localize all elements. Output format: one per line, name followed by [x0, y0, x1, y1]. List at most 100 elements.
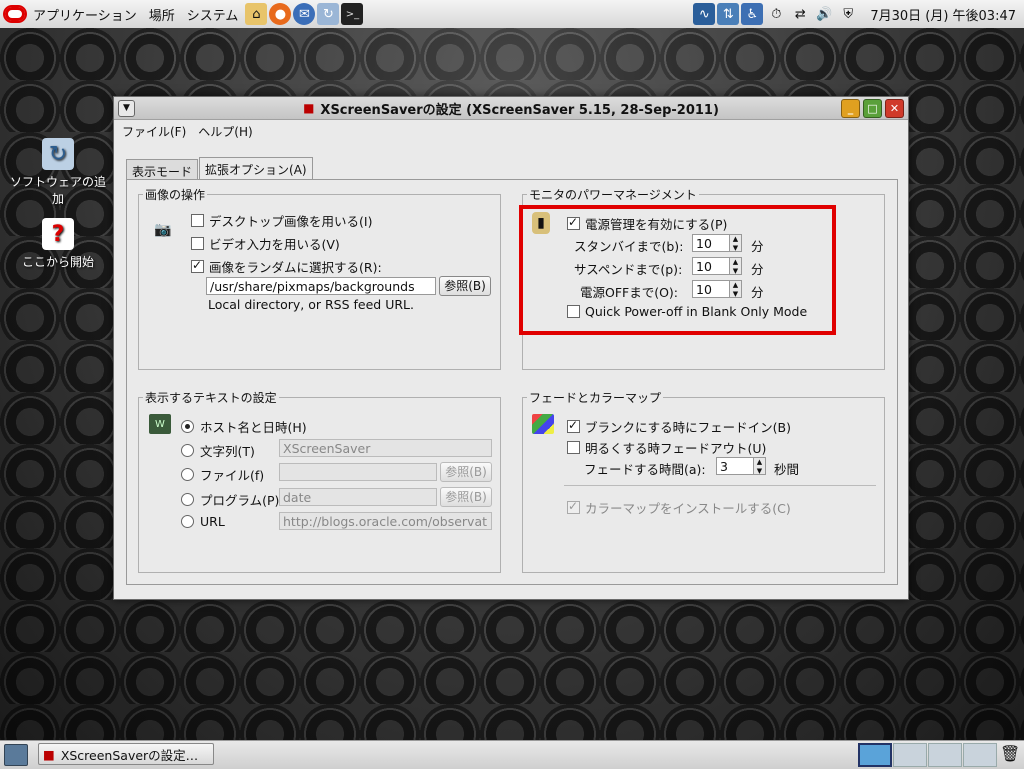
desktop-icon-start-here[interactable]: ? ここから開始 [10, 218, 106, 270]
home-folder-icon[interactable]: ⌂ [245, 3, 268, 25]
desktop-images-checkbox[interactable] [191, 214, 204, 227]
app-icon: ■ [43, 746, 55, 762]
off-value[interactable]: 10 [692, 280, 730, 298]
window-menu-icon[interactable]: ▼ [118, 100, 135, 117]
suspend-value[interactable]: 10 [692, 257, 730, 275]
desktop-icon-add-software[interactable]: ↻ ソフトウェアの追加 [10, 138, 106, 207]
fade-duration-spinner[interactable]: 3 ▲ ▼ [716, 457, 766, 477]
video-input-option[interactable]: ビデオ入力を用いる(V) [191, 234, 340, 253]
file-option[interactable]: ファイル(f) [181, 465, 264, 484]
host-date-radio[interactable] [181, 420, 194, 433]
desktop-images-label: デスクトップ画像を用いる(I) [209, 214, 373, 229]
spin-down-icon[interactable]: ▼ [730, 244, 741, 253]
install-colormap-checkbox[interactable] [567, 501, 580, 514]
oracle-logo-icon[interactable] [3, 3, 27, 25]
file-radio[interactable] [181, 468, 194, 481]
places-menu[interactable]: 場所 [143, 5, 181, 24]
taskbar-window-button[interactable]: ■ XScreenSaverの設定… [38, 743, 214, 765]
workspace-4[interactable] [963, 743, 997, 767]
image-directory-input[interactable]: /usr/share/pixmaps/backgrounds [206, 277, 436, 295]
software-update-icon: ↻ [42, 138, 74, 170]
time-icon[interactable]: ⏱ [765, 3, 787, 25]
url-input[interactable]: http://blogs.oracle.com/observat [279, 512, 492, 530]
xscreensaver-settings-window: ▼ ■ XScreenSaverの設定 (XScreenSaver 5.15, … [113, 96, 909, 600]
url-label: URL [200, 514, 225, 529]
spin-up-icon[interactable]: ▲ [730, 258, 741, 267]
image-directory-hint: Local directory, or RSS feed URL. [208, 297, 414, 312]
fade-colormap-legend: フェードとカラーマップ [529, 391, 662, 405]
string-input[interactable]: XScreenSaver [279, 439, 492, 457]
standby-unit: 分 [751, 239, 764, 254]
image-browse-button[interactable]: 参照(B) [439, 276, 491, 296]
power-enable-option[interactable]: 電源管理を有効にする(P) [567, 214, 727, 233]
firefox-icon[interactable]: ● [269, 3, 292, 25]
string-option[interactable]: 文字列(T) [181, 441, 255, 460]
url-option[interactable]: URL [181, 514, 225, 529]
program-option[interactable]: プログラム(P) [181, 490, 279, 509]
suspend-spinner[interactable]: 10 ▲ ▼ [692, 257, 742, 277]
spin-down-icon[interactable]: ▼ [754, 467, 765, 476]
fade-duration-value[interactable]: 3 [716, 457, 754, 475]
update-icon[interactable]: ↻ [317, 3, 340, 25]
spin-up-icon[interactable]: ▲ [754, 458, 765, 467]
fade-in-option[interactable]: ブランクにする時にフェードイン(B) [567, 417, 791, 436]
system-tray: ∿ ⇅ ♿ ⏱ ⇄ 🔊 ⛨ 7月30日 (月) 午後03:47 [692, 0, 1024, 28]
random-image-checkbox[interactable] [191, 260, 204, 273]
install-colormap-option[interactable]: カラーマップをインストールする(C) [567, 498, 791, 517]
url-radio[interactable] [181, 515, 194, 528]
applications-menu[interactable]: アプリケーション [27, 5, 143, 24]
off-spinner[interactable]: 10 ▲ ▼ [692, 280, 742, 300]
program-radio[interactable] [181, 493, 194, 506]
volume-icon[interactable]: 🔊 [813, 3, 835, 25]
fade-duration-label: フェードする時間(a): [584, 462, 706, 477]
video-input-checkbox[interactable] [191, 237, 204, 250]
random-image-option[interactable]: 画像をランダムに選択する(R): [191, 257, 382, 276]
taskbar-window-label: XScreenSaverの設定… [60, 747, 199, 763]
program-input[interactable]: date [279, 488, 437, 506]
quick-off-option[interactable]: Quick Power-off in Blank Only Mode [567, 304, 807, 319]
terminal-icon[interactable]: >_ [341, 3, 364, 25]
wired-network-icon[interactable]: ⇄ [789, 3, 811, 25]
file-label: ファイル(f) [200, 468, 265, 483]
spin-up-icon[interactable]: ▲ [730, 281, 741, 290]
quick-off-label: Quick Power-off in Blank Only Mode [585, 304, 808, 319]
standby-value[interactable]: 10 [692, 234, 730, 252]
workspace-1[interactable] [858, 743, 892, 767]
file-input[interactable] [279, 463, 437, 481]
file-menu[interactable]: ファイル(F) [122, 123, 186, 140]
security-icon[interactable]: ⛨ [837, 3, 859, 25]
file-browse-button[interactable]: 参照(B) [440, 462, 492, 482]
spin-down-icon[interactable]: ▼ [730, 290, 741, 299]
string-radio[interactable] [181, 444, 194, 457]
panel-clock[interactable]: 7月30日 (月) 午後03:47 [870, 5, 1016, 24]
standby-spinner[interactable]: 10 ▲ ▼ [692, 234, 742, 254]
window-titlebar[interactable]: ▼ ■ XScreenSaverの設定 (XScreenSaver 5.15, … [114, 97, 908, 120]
show-desktop-icon[interactable] [4, 744, 28, 766]
trash-icon[interactable]: 🗑 [1000, 744, 1020, 766]
spin-up-icon[interactable]: ▲ [730, 235, 741, 244]
workspace-3[interactable] [928, 743, 962, 767]
top-panel: アプリケーション 場所 システム ⌂ ● ✉ ↻ >_ ∿ ⇅ ♿ ⏱ ⇄ 🔊 … [0, 0, 1024, 29]
desktop-images-option[interactable]: デスクトップ画像を用いる(I) [191, 211, 372, 230]
fade-out-option[interactable]: 明るくする時フェードアウト(U) [567, 438, 766, 457]
help-menu[interactable]: ヘルプ(H) [198, 123, 252, 140]
system-menu[interactable]: システム [181, 5, 245, 24]
accessibility-icon[interactable]: ♿ [741, 3, 764, 25]
network-icon[interactable]: ⇅ [717, 3, 740, 25]
host-date-option[interactable]: ホスト名と日時(H) [181, 417, 307, 436]
fade-in-checkbox[interactable] [567, 420, 580, 433]
program-browse-button[interactable]: 参照(B) [440, 487, 492, 507]
spin-down-icon[interactable]: ▼ [730, 267, 741, 276]
close-button[interactable]: ✕ [885, 99, 904, 118]
quick-off-checkbox[interactable] [567, 305, 580, 318]
camera-icon: 📷 [154, 222, 172, 238]
fade-out-checkbox[interactable] [567, 441, 580, 454]
maximize-button[interactable]: □ [863, 99, 882, 118]
system-monitor-icon[interactable]: ∿ [693, 3, 716, 25]
thunderbird-icon[interactable]: ✉ [293, 3, 316, 25]
random-image-label: 画像をランダムに選択する(R): [209, 260, 382, 275]
workspace-2[interactable] [893, 743, 927, 767]
power-management-legend: モニタのパワーマネージメント [529, 188, 697, 202]
power-enable-checkbox[interactable] [567, 217, 580, 230]
minimize-button[interactable]: _ [841, 99, 860, 118]
